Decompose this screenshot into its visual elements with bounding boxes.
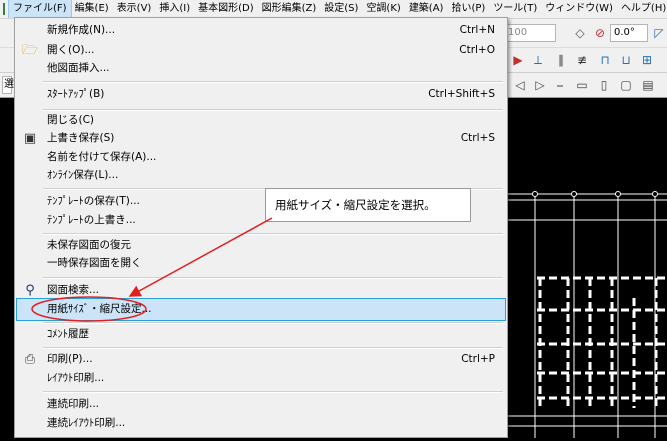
eraser-icon[interactable]: ◇ (572, 25, 588, 41)
menu-item-label: ｵﾝﾗｲﾝ保存(L)... (47, 169, 119, 181)
layer-icon[interactable]: ▭ (574, 77, 590, 93)
menu-separator (43, 391, 503, 393)
scale-input[interactable]: 100 (504, 24, 556, 42)
panel-icon[interactable]: ▤ (640, 77, 656, 93)
menu-item-new[interactable]: 新規作成(N)... Ctrl+N (17, 20, 505, 41)
menu-item-label: 一時保存図面を開く (47, 257, 142, 269)
box-icon[interactable]: ▢ (618, 77, 634, 93)
shortcut-label: Ctrl+Shift+S (428, 88, 495, 100)
menu-item-label: ｽﾀｰﾄｱｯﾌﾟ(B) (47, 88, 105, 100)
menu-item-paper-size-scale[interactable]: 用紙ｻｲｽﾞ・縮尺設定... (16, 298, 506, 321)
angle-icon[interactable]: ◸ (651, 25, 667, 41)
open-folder-icon: 🗁 (22, 43, 39, 58)
menu-item-label: 図面検索... (47, 284, 100, 296)
menu-help[interactable]: ヘルプ(H) (617, 0, 667, 18)
menu-item-label: 新規作成(N)... (47, 24, 116, 36)
menu-architecture[interactable]: 建築(A) (405, 0, 448, 18)
menu-item-label: ﾚｲｱｳﾄ印刷... (47, 372, 105, 384)
menu-item-continuous-print[interactable]: 連続印刷... (17, 394, 505, 415)
menu-item-label: 上書き保存(S) (47, 132, 115, 144)
file-menu: 新規作成(N)... Ctrl+N 🗁 開く(O)... Ctrl+O 他図面挿… (14, 17, 508, 438)
binoculars-icon: ⚲ (25, 283, 35, 298)
annotation-callout: 用紙サイズ・縮尺設定を選択。 (265, 188, 471, 222)
menu-item-save[interactable]: ▣ 上書き保存(S) Ctrl+S (17, 128, 505, 149)
menu-item-startup[interactable]: ｽﾀｰﾄｱｯﾌﾟ(B) Ctrl+Shift+S (17, 84, 505, 105)
menu-item-online-save[interactable]: ｵﾝﾗｲﾝ保存(L)... (17, 165, 505, 186)
menu-shape-edit[interactable]: 図形編集(Z) (258, 0, 321, 18)
angle-input[interactable]: 0.0° (610, 24, 648, 42)
menu-item-print[interactable]: ⎙ 印刷(P)... Ctrl+P (17, 349, 505, 370)
select-mode-field[interactable]: 選 (2, 76, 14, 94)
no-entry-icon[interactable]: ⊘ (592, 25, 608, 41)
menu-item-label: ﾃﾝﾌﾟﾚｰﾄの保存(T)... (47, 195, 140, 207)
menu-item-label: 連続ﾚｲｱｳﾄ印刷... (47, 417, 126, 429)
menu-view[interactable]: 表示(V) (113, 0, 156, 18)
menu-item-open-temporary[interactable]: 一時保存図面を開く (17, 253, 505, 274)
app-icon[interactable] (3, 3, 5, 15)
menu-hvac[interactable]: 空調(K) (362, 0, 404, 18)
fill-icon[interactable]: ▶ (510, 52, 526, 68)
menu-edit[interactable]: 編集(E) (71, 0, 113, 18)
frame-icon[interactable]: ▯ (596, 77, 612, 93)
menu-item-comment-history[interactable]: ｺﾒﾝﾄ履歴 (17, 324, 505, 345)
line-icon[interactable]: ⎯ (552, 77, 568, 93)
menu-settings[interactable]: 設定(S) (320, 0, 362, 18)
shortcut-label: Ctrl+N (459, 24, 495, 36)
menu-item-drawing-search[interactable]: ⚲ 図面検索... (17, 280, 505, 301)
shortcut-label: Ctrl+P (461, 353, 495, 365)
arrow-icon[interactable]: ◁ (512, 77, 528, 93)
wall-icon[interactable]: ⊓ (597, 52, 613, 68)
menu-item-label: 印刷(P)... (47, 353, 93, 365)
cursor-icon[interactable]: ▷ (532, 77, 548, 93)
menu-tools[interactable]: ツール(T) (489, 0, 541, 18)
menu-item-label: 連続印刷... (47, 398, 100, 410)
opening-icon[interactable]: ⊔ (618, 52, 634, 68)
menu-basic-shapes[interactable]: 基本図形(D) (194, 0, 258, 18)
floppy-disk-icon: ▣ (23, 131, 37, 146)
menu-item-label: 用紙ｻｲｽﾞ・縮尺設定... (47, 303, 152, 315)
menu-item-insert-other-drawing[interactable]: 他図面挿入... (17, 58, 505, 79)
menu-takeoff[interactable]: 拾い(P) (447, 0, 489, 18)
printer-icon: ⎙ (24, 352, 36, 367)
menu-item-label: 他図面挿入... (47, 62, 110, 74)
dimension-icon[interactable]: ⟂ (530, 52, 546, 68)
menu-insert[interactable]: 挿入(I) (155, 0, 194, 18)
menu-window[interactable]: ウィンドウ(W) (541, 0, 617, 18)
parallel-lines-icon[interactable]: ∥ (553, 52, 569, 68)
menu-item-label: ｺﾒﾝﾄ履歴 (47, 328, 89, 340)
menu-item-layout-print[interactable]: ﾚｲｱｳﾄ印刷... (17, 368, 505, 389)
hatch-icon[interactable]: ≢ (574, 52, 590, 68)
menu-file[interactable]: ファイル(F) (8, 0, 72, 18)
menu-item-continuous-layout-print[interactable]: 連続ﾚｲｱｳﾄ印刷... (17, 413, 505, 434)
menu-item-label: ﾃﾝﾌﾟﾚｰﾄの上書き... (47, 214, 136, 226)
menu-separator (43, 277, 503, 279)
grid-icon[interactable]: ⊞ (639, 52, 655, 68)
menu-separator (43, 81, 503, 83)
shortcut-label: Ctrl+S (460, 132, 495, 144)
